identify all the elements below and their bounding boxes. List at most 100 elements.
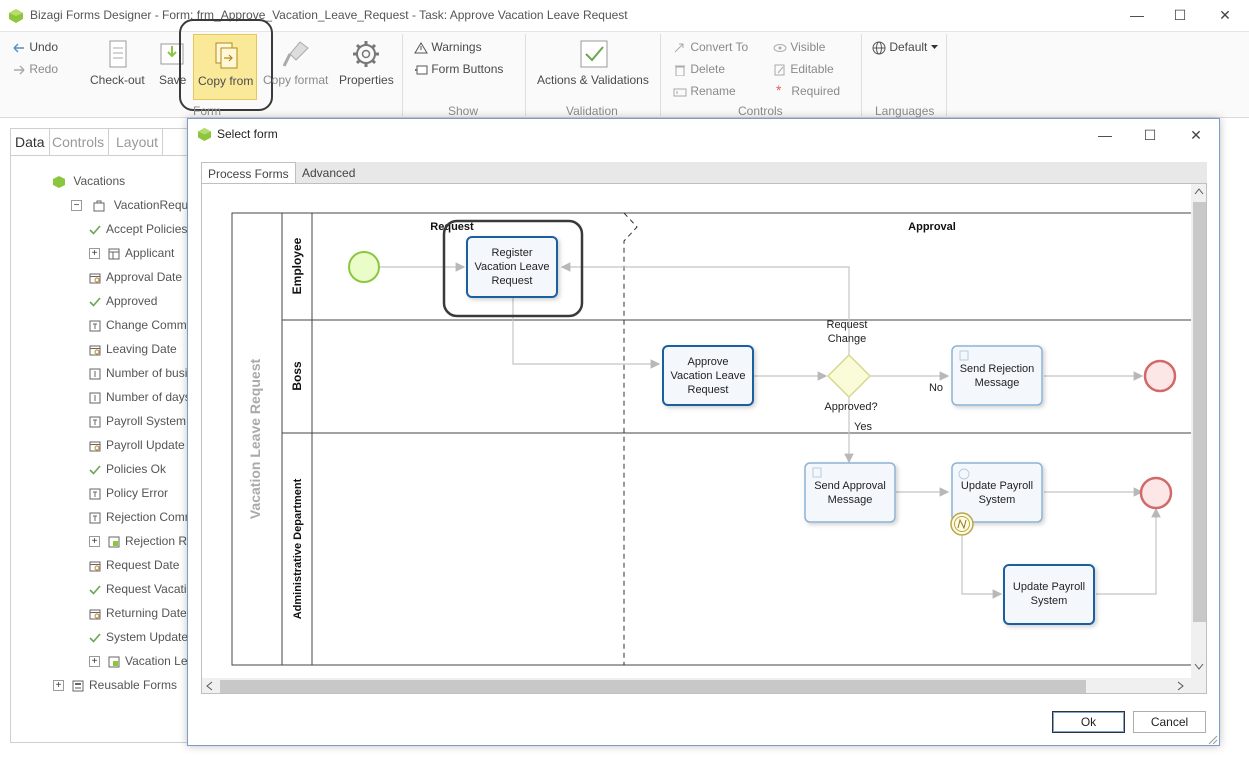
maximize-button[interactable]: ☐	[1165, 4, 1195, 26]
expand-icon[interactable]: +	[89, 536, 100, 548]
boundary-timer-event[interactable]	[950, 512, 974, 536]
expand-icon[interactable]: +	[53, 680, 64, 692]
cube-icon	[53, 175, 65, 188]
visible-button[interactable]: Visible	[773, 40, 825, 54]
expand-icon[interactable]: +	[89, 656, 100, 668]
calendar-icon	[89, 441, 101, 452]
expand-icon[interactable]: +	[89, 248, 100, 260]
trash-icon	[675, 65, 685, 77]
dialog-close-button[interactable]: ✕	[1181, 124, 1211, 146]
tab-data[interactable]: Data	[11, 129, 50, 155]
svg-text:Request: Request	[492, 275, 533, 287]
language-dropdown[interactable]: Default	[872, 40, 938, 55]
redo-button[interactable]: Redo	[12, 62, 58, 76]
required-button[interactable]: * Required	[776, 82, 840, 98]
edit-icon	[774, 64, 785, 76]
resize-grip-icon[interactable]	[1206, 733, 1218, 745]
delete-button[interactable]: Delete	[673, 62, 725, 77]
close-button[interactable]: ✕	[1210, 4, 1240, 26]
table-icon	[108, 248, 120, 260]
form-buttons-toggle[interactable]: Form Buttons	[414, 62, 503, 76]
tab-process-forms[interactable]: Process Forms	[201, 162, 296, 184]
svg-text:System: System	[1031, 595, 1068, 607]
svg-text:System: System	[979, 494, 1016, 506]
svg-text:Register: Register	[492, 247, 533, 259]
vertical-scroll-thumb[interactable]	[1193, 202, 1206, 622]
tab-layout[interactable]: Layout	[112, 129, 164, 155]
task-send-rejection-message[interactable]: Send Rejection Message	[951, 345, 1043, 406]
text-icon	[89, 512, 101, 524]
highlight-callout	[179, 19, 273, 111]
gear-icon	[353, 41, 379, 67]
text-icon	[89, 320, 101, 332]
tree-item[interactable]: Request Vacation	[89, 580, 200, 598]
tree-item[interactable]: Payroll System	[89, 412, 186, 430]
dialog-minimize-button[interactable]: —	[1090, 124, 1120, 146]
collapse-icon[interactable]: −	[71, 200, 82, 212]
dialog-maximize-button[interactable]: ☐	[1135, 124, 1165, 146]
tree-item[interactable]: Approval Date	[89, 268, 182, 286]
warning-icon	[414, 41, 428, 54]
tree-item[interactable]: Payroll Update	[89, 436, 185, 454]
relation-icon	[108, 536, 120, 548]
number-icon	[89, 368, 101, 380]
form-buttons-icon	[415, 65, 428, 75]
check-icon	[89, 297, 101, 307]
ribbon-separator	[660, 34, 661, 116]
tree-item[interactable]: Number of days	[89, 388, 191, 406]
minimize-button[interactable]: —	[1122, 4, 1152, 26]
properties-button[interactable]: Properties	[339, 73, 394, 87]
flow-request-change-label: Change	[828, 333, 867, 345]
warnings-toggle[interactable]: Warnings	[414, 40, 482, 54]
tab-advanced[interactable]: Advanced	[296, 162, 361, 184]
copy-format-button[interactable]: Copy format	[263, 73, 328, 87]
tree-entity-vacation-request[interactable]: − VacationRequest	[71, 196, 204, 214]
calendar-icon	[89, 273, 101, 284]
relation-icon	[108, 656, 120, 668]
start-event[interactable]	[348, 251, 380, 283]
horizontal-scroll-thumb[interactable]	[220, 680, 1086, 693]
checkout-button[interactable]: Check-out	[90, 73, 145, 87]
gateway-label: Approved?	[824, 401, 877, 413]
end-event-approval[interactable]	[1139, 476, 1173, 510]
cancel-button[interactable]: Cancel	[1133, 711, 1206, 733]
data-tree-panel: Data Controls Layout Vacations − Vacatio…	[10, 128, 241, 743]
rename-icon	[673, 88, 687, 97]
process-diagram-canvas: Vacation Leave Request Employee Boss Adm…	[201, 183, 1207, 694]
task-approve-vacation-leave-request[interactable]: Approve Vacation Leave Request	[662, 345, 754, 406]
tree-item[interactable]: + Reusable Forms	[53, 676, 177, 694]
validation-check-icon	[580, 40, 608, 68]
globe-icon	[872, 41, 886, 55]
checkout-icon	[109, 40, 127, 68]
task-send-approval-message[interactable]: Send Approval Message	[804, 462, 896, 523]
task-register-vacation-leave-request[interactable]: Register Vacation Leave Request	[466, 236, 558, 298]
tree-item[interactable]: Approved	[89, 292, 157, 310]
tree-item[interactable]: Policy Error	[89, 484, 168, 502]
ribbon-separator	[525, 34, 526, 116]
editable-button[interactable]: Editable	[773, 62, 834, 76]
svg-text:Approve: Approve	[688, 356, 729, 368]
tree-item[interactable]: System Updated	[89, 628, 195, 646]
task-update-payroll-system-2[interactable]: Update Payroll System	[1003, 564, 1095, 625]
check-icon	[89, 633, 101, 643]
svg-text:Request: Request	[688, 384, 729, 396]
end-event-rejection[interactable]	[1143, 359, 1177, 393]
convert-to-button[interactable]: Convert To	[673, 40, 748, 54]
tree-item[interactable]: + Applicant	[89, 244, 174, 262]
flow-request-change-label: Request	[827, 319, 868, 331]
undo-button[interactable]: Undo	[12, 40, 58, 54]
tree-root-vacations[interactable]: Vacations	[53, 172, 125, 190]
tab-controls[interactable]: Controls	[48, 129, 110, 155]
tree-item[interactable]: Returning Date	[89, 604, 187, 622]
tree-item[interactable]: Policies Ok	[89, 460, 166, 478]
actions-validations-button[interactable]: Actions & Validations	[537, 73, 649, 87]
tree-item[interactable]: Leaving Date	[89, 340, 177, 358]
tree-item[interactable]: Accept Policies	[89, 220, 187, 238]
ribbon-separator	[861, 34, 862, 116]
calendar-icon	[89, 561, 101, 572]
tree-item[interactable]: Request Date	[89, 556, 179, 574]
calendar-icon	[89, 345, 101, 356]
ok-button[interactable]: Ok	[1052, 711, 1125, 733]
copy-format-icon	[282, 41, 309, 67]
rename-button[interactable]: Rename	[673, 84, 736, 98]
